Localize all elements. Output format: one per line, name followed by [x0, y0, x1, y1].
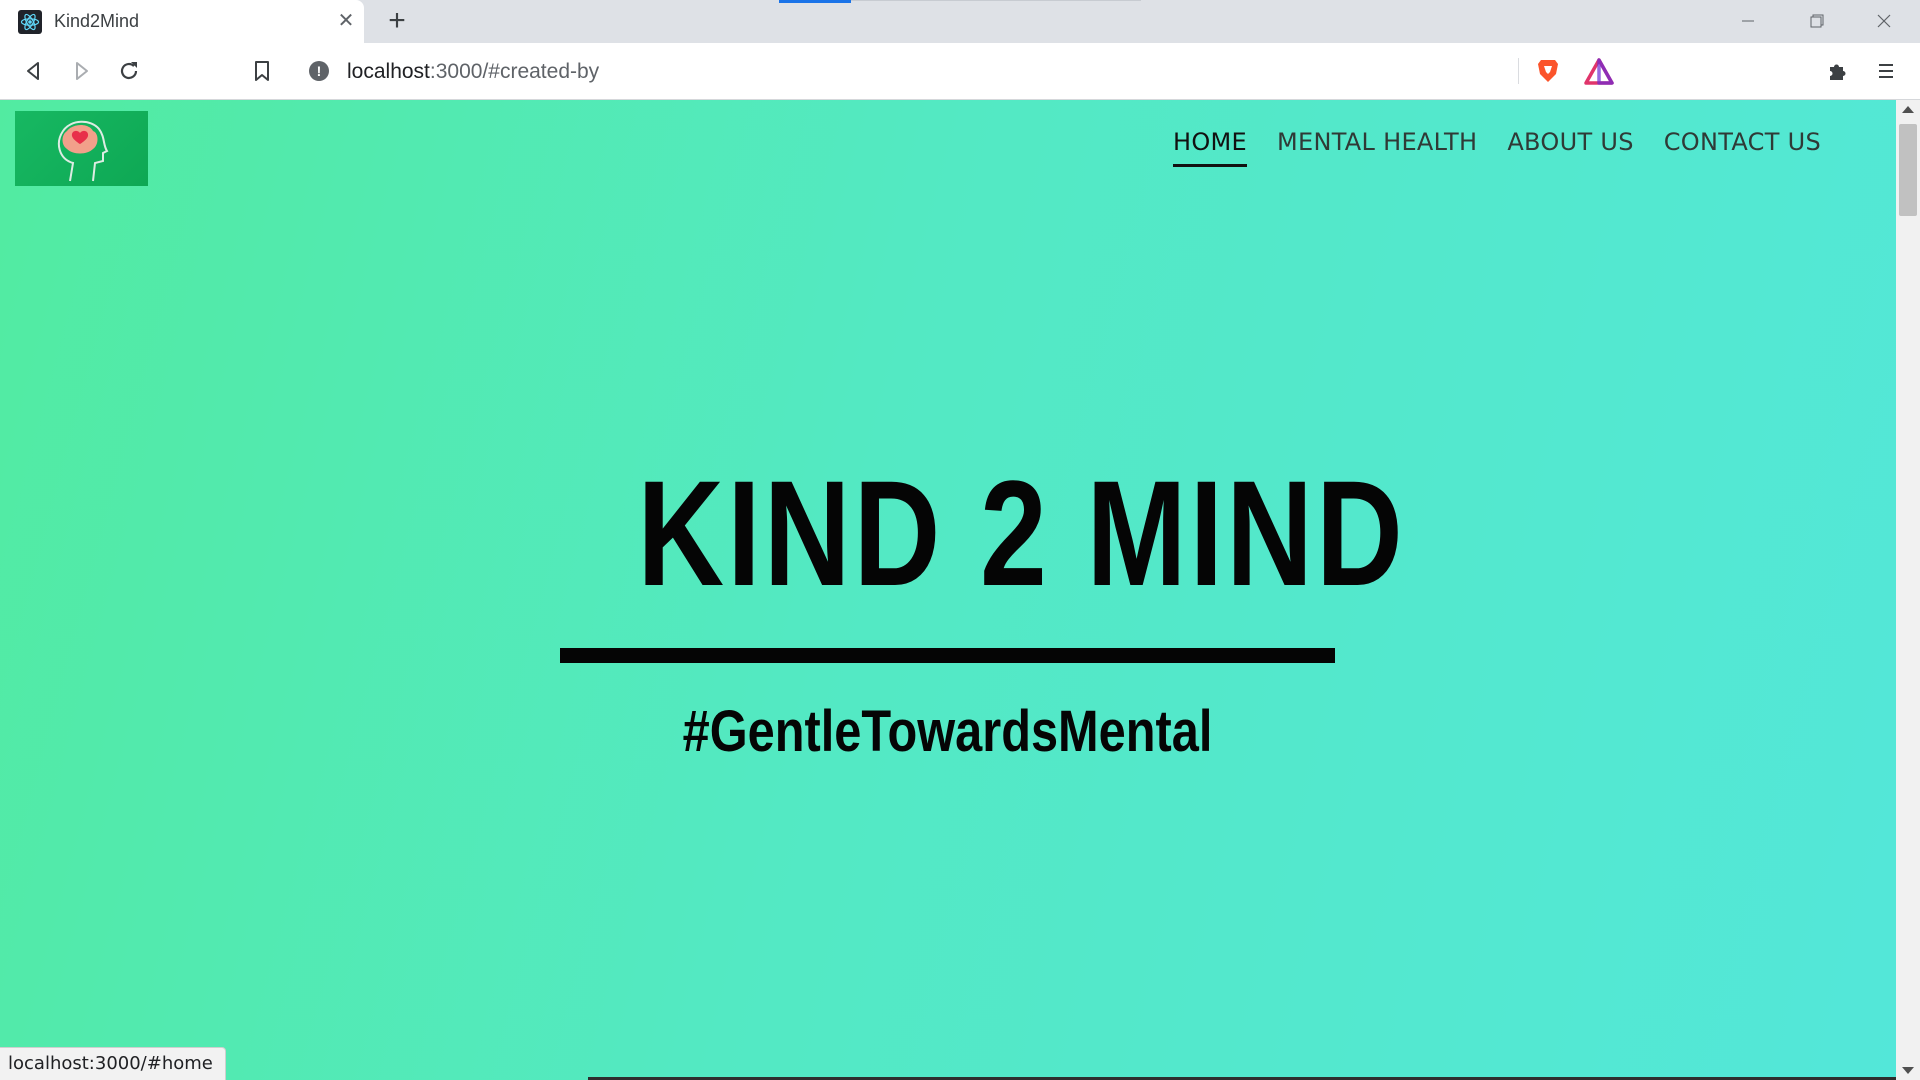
status-bubble: localhost:3000/#home	[0, 1047, 226, 1080]
hero-title: KIND 2 MIND	[637, 449, 1406, 617]
address-divider	[1518, 58, 1519, 84]
nav-link-contact-us[interactable]: CONTACT US	[1664, 128, 1821, 167]
menu-icon[interactable]	[1871, 56, 1901, 86]
page-viewport: HOME MENTAL HEALTH ABOUT US CONTACT US K…	[0, 100, 1896, 1080]
close-window-icon[interactable]	[1856, 6, 1912, 36]
minimize-icon[interactable]	[1720, 6, 1776, 36]
site-info-icon[interactable]: !	[309, 61, 329, 81]
browser-toolbar: ! localhost:3000/#created-by	[0, 43, 1920, 100]
loading-indicator	[779, 0, 851, 3]
new-tab-icon[interactable]: +	[382, 6, 412, 37]
scroll-thumb[interactable]	[1899, 124, 1917, 216]
nav-link-home[interactable]: HOME	[1172, 128, 1247, 167]
nav-link-about-us[interactable]: ABOUT US	[1507, 128, 1633, 167]
hero-divider	[560, 648, 1335, 663]
address-text[interactable]: localhost:3000/#created-by	[347, 60, 599, 84]
nav-link-mental-health[interactable]: MENTAL HEALTH	[1277, 128, 1477, 167]
extensions-icon[interactable]	[1823, 56, 1853, 86]
brave-shields-icon[interactable]	[1533, 56, 1563, 86]
url-host: localhost	[347, 60, 430, 83]
back-icon[interactable]	[19, 56, 49, 86]
brave-rewards-icon[interactable]	[1584, 57, 1614, 87]
loading-track	[851, 0, 1141, 1]
page-scrollbar[interactable]	[1896, 100, 1920, 1080]
scroll-down-icon[interactable]	[1902, 1067, 1914, 1074]
scroll-up-icon[interactable]	[1902, 106, 1914, 113]
main-nav: HOME MENTAL HEALTH ABOUT US CONTACT US	[1172, 128, 1821, 167]
forward-icon[interactable]	[66, 56, 96, 86]
react-icon	[18, 10, 42, 34]
reload-icon[interactable]	[114, 56, 144, 86]
bookmark-icon[interactable]	[247, 56, 277, 86]
close-tab-icon[interactable]: ✕	[334, 9, 358, 33]
hero-tagline: #GentleTowardsMental	[682, 699, 1213, 764]
tab-strip: Kind2Mind ✕ +	[0, 0, 1920, 43]
browser-tab[interactable]: Kind2Mind ✕	[0, 0, 364, 43]
address-bar[interactable]: ! localhost:3000/#created-by	[297, 50, 1624, 92]
restore-icon[interactable]	[1788, 6, 1844, 36]
site-logo[interactable]	[15, 111, 148, 186]
tab-title: Kind2Mind	[54, 11, 140, 31]
url-path: :3000/#created-by	[429, 60, 600, 83]
